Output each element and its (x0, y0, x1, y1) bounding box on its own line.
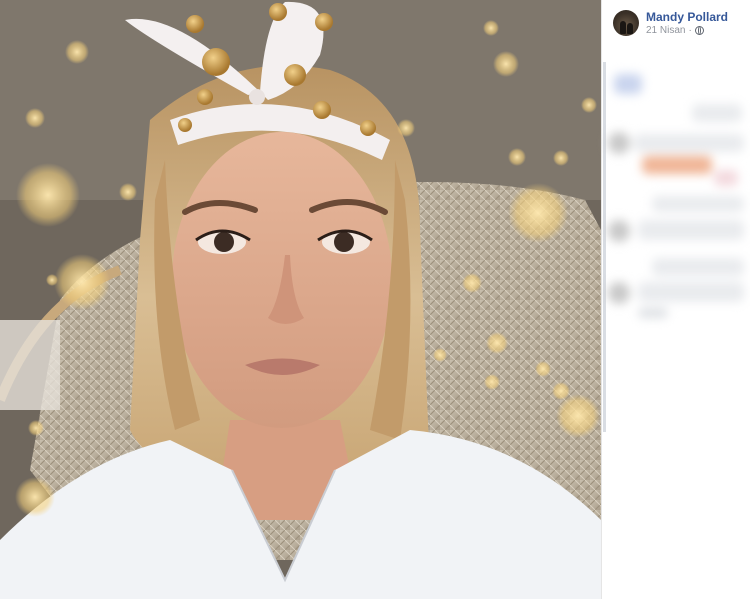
blurred-comments (602, 60, 750, 360)
meta-separator: · (688, 25, 692, 36)
author-name-link[interactable]: Mandy Pollard (646, 10, 728, 24)
post-side-panel: Mandy Pollard 21 Nisan · (601, 0, 750, 599)
post-meta: 21 Nisan · (646, 25, 704, 36)
post-photo[interactable] (0, 0, 601, 599)
selfie-image (0, 0, 601, 599)
author-avatar[interactable] (613, 10, 639, 36)
post-date-link[interactable]: 21 Nisan (646, 25, 685, 36)
globe-icon[interactable] (694, 26, 704, 35)
